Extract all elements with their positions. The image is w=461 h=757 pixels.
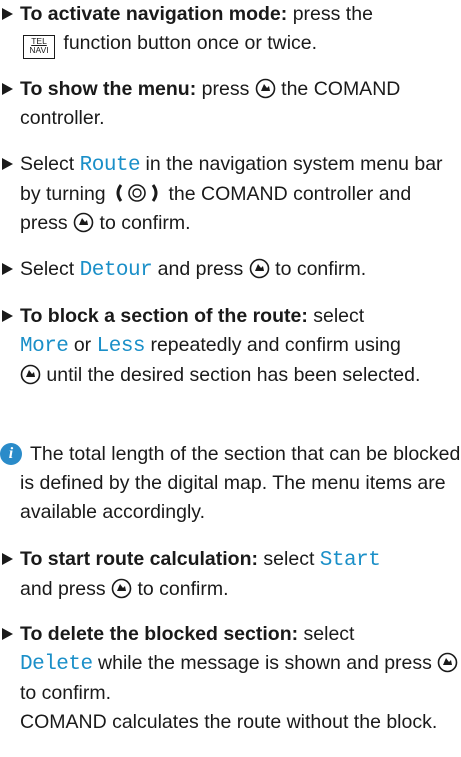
manual-page: To activate navigation mode: press the T… [0,0,461,757]
menu-item-delete: Delete [20,653,93,676]
controller-press-icon [255,78,276,99]
menu-item-less: Less [96,335,146,358]
step-start-calculation: To start route calculation: select Start… [0,545,461,604]
step-text: press the [287,3,373,25]
controller-press-icon [73,212,94,233]
step-text: Select [20,153,80,175]
step-text: select [307,305,365,327]
step-block-section: To block a section of the route: select … [0,302,461,390]
bullet-arrow-icon [2,310,13,322]
bullet-arrow-icon [2,83,13,95]
note-text: The total length of the section that can… [20,443,461,523]
step-text: while the message is shown and press [92,652,432,674]
menu-item-more: More [20,335,69,358]
step-text: to confirm. [94,212,191,234]
step-heading: To block a section of the route: [20,305,308,327]
step-text: repeatedly and confirm using [145,334,401,356]
step-text: press [196,78,250,100]
controller-press-icon [438,652,458,673]
step-show-menu: To show the menu: press the COMAND contr… [0,75,461,133]
step-select-detour: Select Detour and press to confirm. [0,255,461,285]
step-text: select [258,548,320,570]
bullet-arrow-icon [2,628,13,640]
step-activate-navigation: To activate navigation mode: press the T… [0,0,461,59]
step-text: until the desired section has been selec… [41,364,421,386]
controller-press-icon [20,364,41,385]
step-text: function button once or twice. [58,32,318,54]
controller-press-icon [111,578,132,599]
controller-rotate-icon [116,184,158,202]
step-text: and press [20,578,106,600]
step-delete-block: To delete the blocked section: select De… [0,620,461,737]
bullet-arrow-icon [2,158,13,170]
step-text: Select [20,258,80,280]
step-text: to confirm. [269,258,367,280]
step-heading: To delete the blocked section: [20,623,299,645]
step-text: select [298,623,355,645]
step-heading: To activate navigation mode: [20,3,288,25]
step-text: or [68,334,97,356]
step-select-route: Select Route in the navigation system me… [0,150,461,238]
step-result-text: COMAND calculates the route without the … [20,711,438,733]
bullet-arrow-icon [2,553,13,565]
step-text: to confirm. [20,682,112,704]
info-icon: i [0,443,22,465]
step-text: and press [152,258,244,280]
bullet-arrow-icon [2,8,13,20]
bullet-arrow-icon [2,263,13,275]
step-heading: To start route calculation: [20,548,258,570]
step-heading: To show the menu: [20,78,197,100]
tel-navi-button-icon: TEL NAVI [23,35,55,59]
menu-item-start: Start [319,549,381,572]
menu-item-detour: Detour [79,259,153,282]
info-note: i The total length of the section that c… [0,440,461,527]
menu-item-route: Route [79,154,141,177]
step-text: to confirm. [132,578,229,600]
controller-press-icon [249,258,270,279]
